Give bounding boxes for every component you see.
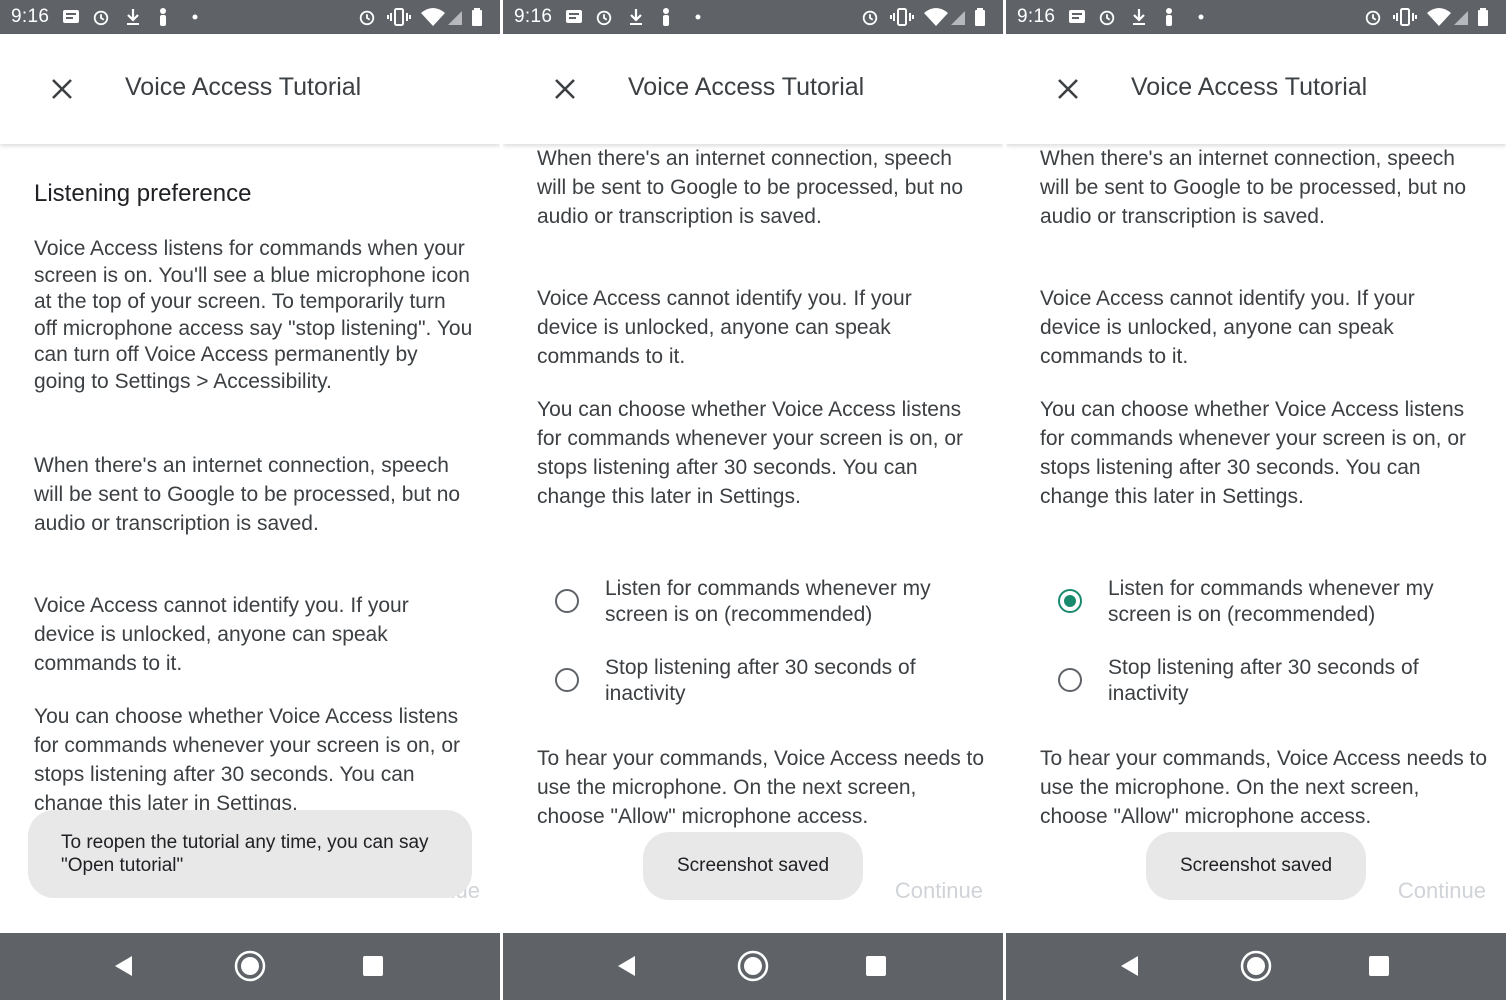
alarm-status-icon <box>862 10 878 26</box>
accessibility-icon <box>160 8 166 26</box>
toast-text: Screenshot saved <box>1179 855 1333 876</box>
option-label: Listen for commands whenever my screen i… <box>605 577 931 626</box>
radio-button[interactable] <box>555 668 579 692</box>
tutorial-screen-2: 9:16 Voice Access Tutorial When there's … <box>503 0 1003 1000</box>
status-bar: 9:16 <box>503 0 1003 34</box>
paragraph-identify: Voice Access cannot identify you. If you… <box>537 287 912 368</box>
paragraph-microphone: To hear your commands, Voice Access need… <box>537 747 985 828</box>
navigation-bar <box>1006 933 1506 1000</box>
vibrate-icon <box>890 8 914 26</box>
option-listen-always[interactable]: Listen for commands whenever my screen i… <box>555 576 975 636</box>
toast-text: To reopen the tutorial any time, you can… <box>61 832 429 876</box>
tutorial-content[interactable]: When there's an internet connection, spe… <box>503 144 1003 933</box>
close-icon[interactable] <box>1050 71 1086 107</box>
paragraph-internet: When there's an internet connection, spe… <box>34 454 461 535</box>
option-stop-after-30s[interactable]: Stop listening after 30 seconds of inact… <box>1058 655 1478 715</box>
option-listen-always[interactable]: Listen for commands whenever my screen i… <box>1058 576 1478 636</box>
alarm-icon <box>1099 10 1115 26</box>
notification-icon <box>1069 10 1085 23</box>
section-heading: Listening preference <box>34 180 252 207</box>
battery-icon <box>1478 8 1488 26</box>
paragraph-internet: When there's an internet connection, spe… <box>537 147 964 228</box>
screenshot-toast: Screenshot saved <box>643 832 863 900</box>
paragraph-listening: Voice Access listens for commands when y… <box>34 237 473 393</box>
option-label: Stop listening after 30 seconds of inact… <box>605 656 916 705</box>
battery-icon <box>472 8 482 26</box>
paragraph-identify: Voice Access cannot identify you. If you… <box>1040 287 1415 368</box>
more-notifications-icon <box>695 14 701 20</box>
continue-button[interactable]: Continue <box>1398 878 1486 904</box>
page-title: Voice Access Tutorial <box>628 73 865 101</box>
back-icon[interactable] <box>1113 949 1147 983</box>
paragraph-internet: When there's an internet connection, spe… <box>1040 147 1467 228</box>
wifi-icon <box>924 8 948 26</box>
cellular-signal-icon <box>1454 11 1468 25</box>
close-icon[interactable] <box>44 71 80 107</box>
page-title: Voice Access Tutorial <box>1131 73 1368 101</box>
paragraph-identify: Voice Access cannot identify you. If you… <box>34 594 409 675</box>
recents-icon[interactable] <box>859 949 893 983</box>
alarm-status-icon <box>1365 10 1381 26</box>
radio-button[interactable] <box>1058 668 1082 692</box>
notification-icon <box>63 10 79 23</box>
cellular-signal-icon <box>951 11 965 25</box>
page-title: Voice Access Tutorial <box>125 73 362 101</box>
continue-button[interactable]: Continue <box>895 878 983 904</box>
option-label: Listen for commands whenever my screen i… <box>1108 577 1434 626</box>
option-label: Stop listening after 30 seconds of inact… <box>1108 656 1419 705</box>
radio-button-selected[interactable] <box>1058 589 1082 613</box>
home-icon[interactable] <box>1239 949 1273 983</box>
navigation-bar <box>503 933 1003 1000</box>
screenshot-toast: Screenshot saved <box>1146 832 1366 900</box>
radio-button[interactable] <box>555 589 579 613</box>
alarm-icon <box>596 10 612 26</box>
tutorial-content[interactable]: When there's an internet connection, spe… <box>1006 144 1506 933</box>
navigation-bar <box>0 933 500 1000</box>
download-icon <box>1133 9 1145 25</box>
wifi-icon <box>1427 8 1451 26</box>
notification-icon <box>566 10 582 23</box>
battery-icon <box>975 8 985 26</box>
home-icon[interactable] <box>736 949 770 983</box>
app-bar: Voice Access Tutorial <box>0 34 500 144</box>
download-icon <box>630 9 642 25</box>
download-icon <box>127 9 139 25</box>
recents-icon[interactable] <box>356 949 390 983</box>
home-icon[interactable] <box>233 949 267 983</box>
recents-icon[interactable] <box>1362 949 1396 983</box>
cellular-signal-icon <box>448 11 462 25</box>
alarm-status-icon <box>359 10 375 26</box>
status-time: 9:16 <box>514 6 553 27</box>
vibrate-icon <box>387 8 411 26</box>
vibrate-icon <box>1393 8 1417 26</box>
close-icon[interactable] <box>547 71 583 107</box>
wifi-icon <box>421 8 445 26</box>
status-bar: 9:16 <box>0 0 500 34</box>
more-notifications-icon <box>192 14 198 20</box>
app-bar: Voice Access Tutorial <box>503 34 1003 144</box>
tutorial-screen-3: 9:16 Voice Access Tutorial When there's … <box>1006 0 1506 1000</box>
paragraph-choose: You can choose whether Voice Access list… <box>34 705 461 815</box>
alarm-icon <box>93 10 109 26</box>
tutorial-screen-1: 9:16 Voice Access Tutorial Listening pre… <box>0 0 500 1000</box>
back-icon[interactable] <box>107 949 141 983</box>
option-stop-after-30s[interactable]: Stop listening after 30 seconds of inact… <box>555 655 975 715</box>
toast-text: Screenshot saved <box>676 855 830 876</box>
tutorial-toast: To reopen the tutorial any time, you can… <box>28 810 472 898</box>
more-notifications-icon <box>1198 14 1204 20</box>
app-bar: Voice Access Tutorial <box>1006 34 1506 144</box>
accessibility-icon <box>663 8 669 26</box>
status-time: 9:16 <box>11 6 50 27</box>
status-time: 9:16 <box>1017 6 1056 27</box>
status-bar: 9:16 <box>1006 0 1506 34</box>
back-icon[interactable] <box>610 949 644 983</box>
accessibility-icon <box>1166 8 1172 26</box>
paragraph-choose: You can choose whether Voice Access list… <box>537 398 964 508</box>
paragraph-microphone: To hear your commands, Voice Access need… <box>1040 747 1488 828</box>
paragraph-choose: You can choose whether Voice Access list… <box>1040 398 1467 508</box>
